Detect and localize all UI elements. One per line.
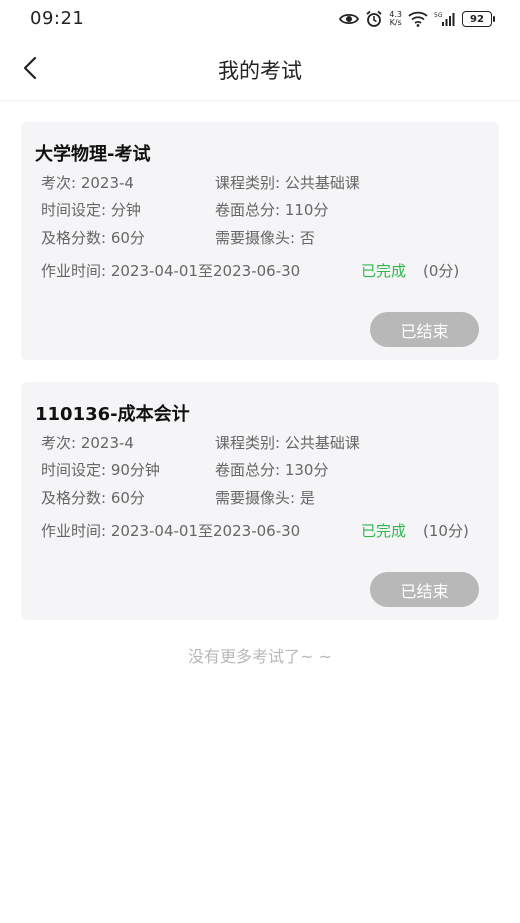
exam-pass-score-label: 及格分数:	[41, 229, 107, 247]
exam-course-type-label: 课程类别:	[215, 174, 281, 192]
exam-time-setting-label: 时间设定:	[41, 201, 107, 219]
battery-icon: 92	[462, 11, 495, 27]
exam-session-label: 考次:	[41, 434, 77, 452]
exam-work-time-value: 2023-04-01至2023-06-30	[110, 522, 301, 540]
battery-level: 92	[470, 13, 484, 25]
wifi-icon	[408, 11, 428, 27]
exam-time-setting-value: 90分钟	[110, 461, 160, 479]
no-more-text: 没有更多考试了~ ~	[188, 647, 332, 666]
exam-pass-score: 及格分数: 60分	[41, 487, 145, 508]
exam-camera-required: 需要摄像头: 否	[215, 227, 315, 248]
network-speed: 4.3 K/s	[389, 11, 402, 27]
status-bar: 09:21 4.3 K/s 5G 92	[0, 0, 520, 38]
exam-camera-label: 需要摄像头:	[215, 489, 296, 507]
exam-pass-score: 及格分数: 60分	[41, 227, 145, 248]
exam-card[interactable]: 大学物理-考试 考次: 2023-4 课程类别: 公共基础课 时间设定: 分钟 …	[21, 122, 499, 360]
exam-score: (0分)	[423, 262, 460, 280]
exam-course-type-value: 公共基础课	[284, 434, 360, 452]
exam-work-time-label: 作业时间:	[41, 522, 107, 540]
exam-ended-button[interactable]: 已结束	[370, 312, 479, 347]
page-title: 我的考试	[218, 59, 302, 83]
exam-course-type-label: 课程类别:	[215, 434, 281, 452]
exam-session: 考次: 2023-4	[41, 432, 134, 453]
exam-ended-button[interactable]: 已结束	[370, 572, 479, 607]
exam-total-score-label: 卷面总分:	[215, 201, 281, 219]
exam-pass-score-value: 60分	[110, 489, 145, 507]
exam-title: 110136-成本会计	[35, 404, 190, 425]
exam-work-time-value: 2023-04-01至2023-06-30	[110, 262, 301, 280]
status-time: 09:21	[30, 8, 85, 29]
exam-score: (10分)	[423, 522, 469, 540]
nav-divider	[0, 100, 520, 101]
exam-total-score: 卷面总分: 110分	[215, 199, 328, 220]
exam-time-setting: 时间设定: 90分钟	[41, 459, 160, 480]
network-speed-unit: K/s	[389, 18, 402, 27]
exam-card[interactable]: 110136-成本会计 考次: 2023-4 课程类别: 公共基础课 时间设定:…	[21, 382, 499, 620]
exam-session: 考次: 2023-4	[41, 172, 134, 193]
exam-camera-label: 需要摄像头:	[215, 229, 296, 247]
alarm-icon	[365, 10, 383, 28]
exam-total-score-label: 卷面总分:	[215, 461, 281, 479]
exam-total-score-value: 130分	[284, 461, 329, 479]
exam-session-label: 考次:	[41, 174, 77, 192]
exam-pass-score-label: 及格分数:	[41, 489, 107, 507]
exam-session-value: 2023-4	[80, 174, 134, 192]
exam-course-type-value: 公共基础课	[284, 174, 360, 192]
exam-camera-required: 需要摄像头: 是	[215, 487, 315, 508]
exam-title: 大学物理-考试	[35, 144, 151, 165]
exam-camera-value: 是	[299, 489, 315, 507]
exam-total-score-value: 110分	[284, 201, 329, 219]
exam-pass-score-value: 60分	[110, 229, 145, 247]
exam-time-setting: 时间设定: 分钟	[41, 199, 141, 220]
exam-camera-value: 否	[299, 229, 315, 247]
exam-total-score: 卷面总分: 130分	[215, 459, 328, 480]
exam-status-badge: 已完成	[361, 262, 407, 280]
exam-course-type: 课程类别: 公共基础课	[215, 432, 360, 453]
exam-course-type: 课程类别: 公共基础课	[215, 172, 360, 193]
cellular-signal-icon: 5G	[434, 11, 456, 27]
exam-status-badge: 已完成	[361, 522, 407, 540]
status-icons: 4.3 K/s 5G 92	[339, 9, 495, 29]
nav-bar: 我的考试	[0, 38, 520, 100]
exam-work-time: 作业时间: 2023-04-01至2023-06-30	[41, 520, 300, 541]
eye-icon	[339, 12, 360, 26]
exam-time-setting-label: 时间设定:	[41, 461, 107, 479]
exam-work-time: 作业时间: 2023-04-01至2023-06-30	[41, 260, 300, 281]
exam-time-setting-value: 分钟	[110, 201, 141, 219]
exam-session-value: 2023-4	[80, 434, 134, 452]
svg-text:5G: 5G	[434, 12, 443, 19]
exam-work-time-label: 作业时间:	[41, 262, 107, 280]
